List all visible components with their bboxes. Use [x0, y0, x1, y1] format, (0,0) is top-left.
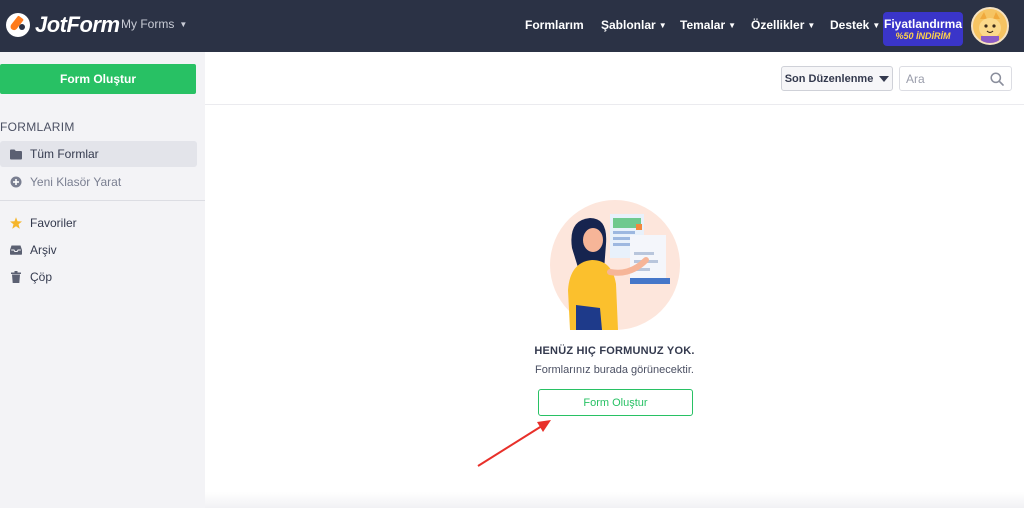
nav-formlarim[interactable]: Formlarım: [525, 18, 584, 32]
top-navigation-bar: JotForm My Forms ▼ Formlarım Şablonlar ▼…: [0, 0, 1024, 52]
star-icon: [10, 217, 22, 229]
promo-title: Fiyatlandırma: [883, 17, 963, 31]
sidebar-section-title: FORMLARIM: [0, 120, 75, 134]
annotation-arrow-icon: [477, 420, 551, 467]
create-form-outline-button[interactable]: Form Oluştur: [538, 389, 693, 416]
trash-icon: [10, 271, 22, 283]
toolbar-divider: [205, 104, 1024, 105]
search-box: [899, 66, 1012, 91]
caret-down-icon: ▼: [658, 20, 667, 30]
caret-down-icon: ▼: [728, 20, 737, 30]
sidebar-item-all-forms[interactable]: Tüm Formlar: [0, 141, 197, 167]
empty-state-title: HENÜZ HIÇ FORMUNUZ YOK.: [534, 345, 695, 357]
search-icon[interactable]: [990, 72, 1004, 86]
sidebar-item-trash[interactable]: Çöp: [0, 264, 197, 290]
sidebar: Form Oluştur FORMLARIM Tüm Formlar Yeni …: [0, 52, 205, 508]
sidebar-item-new-folder[interactable]: Yeni Klasör Yarat: [0, 169, 197, 195]
plus-circle-icon: [10, 176, 22, 188]
my-forms-label: My Forms: [121, 17, 175, 31]
empty-state-illustration: [550, 200, 680, 330]
nav-label: Temalar: [680, 18, 726, 32]
nav-destek[interactable]: Destek ▼: [830, 18, 880, 32]
my-forms-dropdown[interactable]: My Forms ▼: [121, 17, 187, 31]
sidebar-item-label: Tüm Formlar: [30, 147, 99, 161]
sidebar-item-label: Arşiv: [30, 243, 57, 257]
pricing-promo-button[interactable]: Fiyatlandırma %50 İNDİRİM: [883, 12, 963, 46]
nav-label: Özellikler: [751, 18, 805, 32]
nav-label: Destek: [830, 18, 870, 32]
sort-dropdown[interactable]: Son Düzenlenme: [781, 66, 893, 91]
sidebar-item-label: Yeni Klasör Yarat: [30, 175, 122, 189]
caret-down-icon: [879, 75, 890, 82]
nav-temalar[interactable]: Temalar ▼: [680, 18, 736, 32]
bottom-fade: [205, 492, 1024, 508]
sidebar-item-label: Favoriler: [30, 216, 77, 230]
sidebar-item-favorites[interactable]: Favoriler: [0, 210, 197, 236]
sidebar-divider: [0, 200, 205, 201]
caret-down-icon: ▼: [872, 20, 881, 30]
nav-label: Şablonlar: [601, 18, 656, 32]
promo-discount: %50 İNDİRİM: [895, 31, 951, 41]
inbox-icon: [10, 244, 22, 256]
folder-icon: [10, 148, 22, 160]
sidebar-item-archive[interactable]: Arşiv: [0, 237, 197, 263]
nav-label: Formlarım: [525, 18, 584, 32]
main-content: Son Düzenlenme HENÜZ HIÇ FORMUNUZ YOK. F…: [205, 52, 1024, 508]
sidebar-item-label: Çöp: [30, 270, 53, 284]
nav-ozellikler[interactable]: Özellikler ▼: [751, 18, 815, 32]
sort-label: Son Düzenlenme: [784, 72, 874, 85]
empty-state-subtitle: Formlarınız burada görünecektir.: [535, 364, 694, 376]
user-avatar[interactable]: [971, 7, 1009, 45]
jotform-logo-icon: [6, 13, 30, 37]
chevron-down-icon: ▼: [179, 19, 188, 29]
cat-avatar-icon: [973, 9, 1007, 43]
create-form-button[interactable]: Form Oluştur: [0, 64, 196, 94]
jotform-logo[interactable]: JotForm: [6, 12, 120, 38]
nav-sablonlar[interactable]: Şablonlar ▼: [601, 18, 667, 32]
search-input[interactable]: [906, 67, 991, 90]
logo-text: JotForm: [35, 12, 120, 37]
caret-down-icon: ▼: [807, 20, 816, 30]
